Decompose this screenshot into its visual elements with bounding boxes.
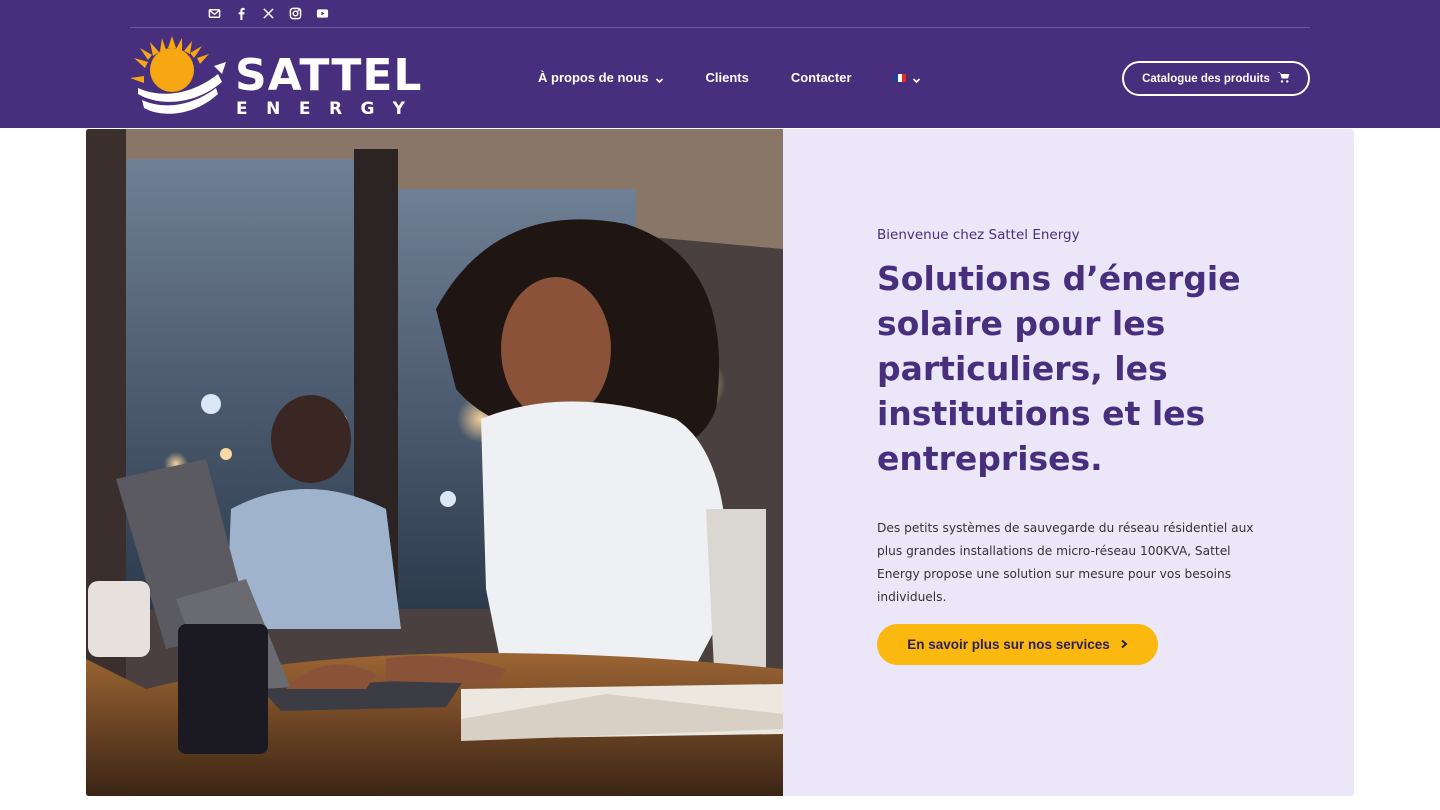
language-switcher[interactable] (893, 73, 921, 84)
youtube-icon[interactable] (315, 6, 329, 20)
nav-label: Contacter (790, 70, 852, 85)
social-links (207, 6, 329, 20)
cart-icon (1277, 72, 1290, 86)
site-logo[interactable]: SATTEL ENERGY (130, 36, 425, 124)
logo-subtitle: ENERGY (236, 99, 424, 119)
chevron-right-icon (1120, 637, 1128, 652)
services-cta-button[interactable]: En savoir plus sur nos services (877, 624, 1158, 665)
hero-kicker: Bienvenue chez Sattel Energy (877, 227, 1080, 243)
hero-headline: Solutions d’énergie solaire pour les par… (877, 259, 1241, 478)
catalog-button[interactable]: Catalogue des produits (1122, 61, 1310, 96)
main-nav: À propos de nous Clients Contacter (538, 70, 921, 85)
nav-item-clients[interactable]: Clients (706, 70, 749, 85)
cta-label: En savoir plus sur nos services (907, 637, 1110, 652)
nav-label: Clients (705, 70, 749, 85)
x-icon[interactable] (261, 6, 275, 20)
nav-item-contact[interactable]: Contacter (791, 70, 852, 85)
logo-sun-mark (130, 36, 226, 114)
instagram-icon[interactable] (288, 6, 302, 20)
hero-photo (86, 129, 783, 796)
catalog-label: Catalogue des produits (1142, 72, 1270, 85)
logo-wordmark: SATTEL (235, 50, 423, 101)
header-divider (130, 27, 1310, 28)
chevron-down-icon (912, 73, 921, 84)
site-header: SATTEL ENERGY À propos de nous Clients C… (0, 0, 1440, 128)
france-flag-icon (893, 73, 906, 82)
mail-icon[interactable] (207, 6, 221, 20)
chevron-down-icon (655, 73, 664, 84)
nav-item-about[interactable]: À propos de nous (538, 70, 664, 85)
hero-description: Des petits systèmes de sauvegarde du rés… (877, 521, 1254, 604)
nav-label: À propos de nous (538, 70, 649, 85)
facebook-icon[interactable] (234, 6, 248, 20)
